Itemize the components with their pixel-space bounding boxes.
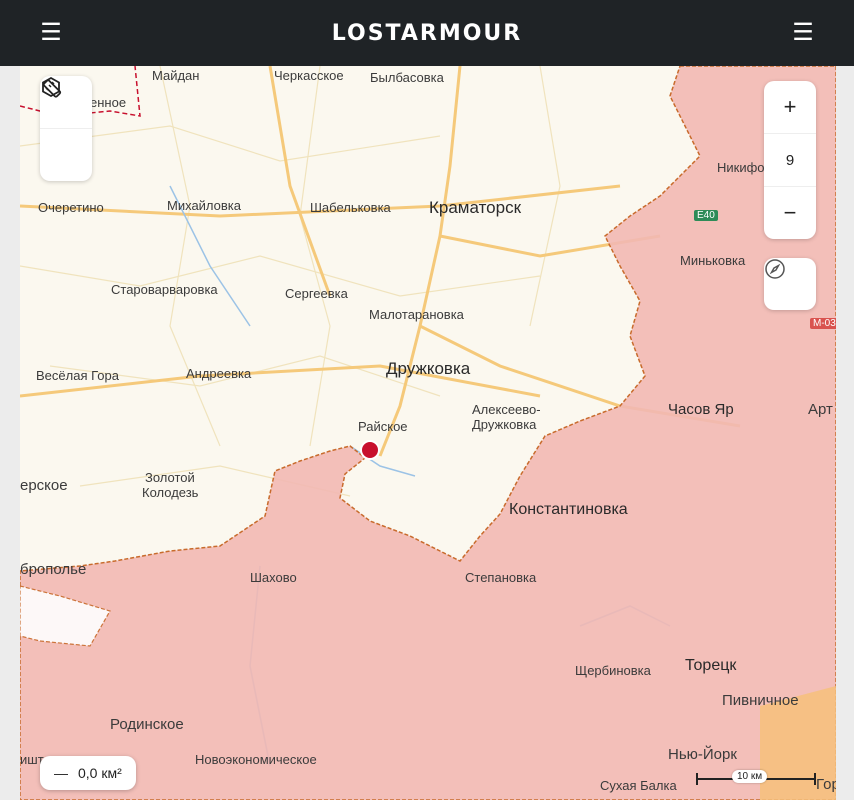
- place-label: брополье: [20, 561, 87, 578]
- left-page-margin: [0, 66, 20, 800]
- hamburger-menu-icon: ☰: [792, 19, 814, 46]
- road-badge: E40: [694, 210, 718, 221]
- place-label: Былбасовка: [370, 70, 444, 85]
- place-label: Степановка: [465, 570, 537, 585]
- place-label: Черкасское: [274, 68, 344, 83]
- place-label: Нью-Йорк: [668, 746, 737, 763]
- right-page-margin: [836, 66, 854, 800]
- right-menu-button[interactable]: ☰: [788, 18, 818, 48]
- map-canvas[interactable]: Майдан Черкасское Былбасовка енное Никиф…: [20, 66, 836, 800]
- place-label: Майдан: [152, 68, 200, 83]
- polygon-button[interactable]: [40, 76, 92, 181]
- place-label: Щербиновка: [575, 663, 651, 678]
- place-label: Родинское: [110, 716, 184, 733]
- city-label: Константиновка: [509, 501, 628, 518]
- map-scale-bar: 10 км: [696, 770, 816, 790]
- area-measurement-toggle[interactable]: — 0,0 км²: [40, 756, 136, 790]
- scale-label: 10 км: [732, 770, 768, 783]
- place-label: Гор: [816, 776, 836, 793]
- top-navigation-bar: ☰ LOSTARMOUR ☰: [0, 0, 854, 66]
- place-label: Андреевка: [186, 366, 252, 381]
- zoom-controls: + 9 −: [764, 81, 816, 239]
- place-label: Шахово: [250, 570, 297, 585]
- place-label: Дружковка: [472, 417, 537, 432]
- place-label: Михайловка: [167, 198, 242, 213]
- place-label: ерское: [20, 477, 68, 494]
- zoom-level-indicator: 9: [764, 133, 816, 187]
- place-label: Пивничное: [722, 692, 799, 709]
- place-label: Золотой: [145, 470, 195, 485]
- place-label: Сергеевка: [285, 286, 348, 301]
- place-label: Очеретино: [38, 200, 104, 215]
- city-label: Часов Яр: [668, 401, 734, 418]
- place-label: енное: [90, 95, 127, 110]
- location-marker: [360, 440, 380, 460]
- place-label: Арт: [808, 401, 833, 418]
- place-label: Шабельковка: [310, 200, 391, 215]
- place-label: Никифо: [717, 160, 765, 175]
- place-label: Миньковка: [680, 253, 746, 268]
- city-label: Дружковка: [386, 359, 471, 378]
- place-label: Весёлая Гора: [36, 368, 119, 383]
- city-label: Торецк: [685, 657, 737, 674]
- zoom-in-button[interactable]: +: [764, 81, 816, 133]
- area-value: 0,0 км²: [78, 765, 122, 781]
- city-label: Краматорск: [429, 198, 522, 217]
- hamburger-menu-icon: ☰: [40, 19, 62, 46]
- compass-icon: [765, 259, 785, 279]
- occupied-territory-area: [20, 66, 836, 800]
- hexagon-polygon-icon: [42, 76, 60, 98]
- road-badge: М-03: [810, 318, 836, 329]
- place-label: Сухая Балка: [600, 778, 677, 793]
- site-logo-title[interactable]: LOSTARMOUR: [332, 21, 522, 46]
- zoom-out-button[interactable]: −: [764, 187, 816, 239]
- place-label: Алексеево-: [472, 402, 541, 417]
- map-graphics: [20, 66, 836, 800]
- place-label: Райское: [358, 419, 408, 434]
- place-label: Малотарановка: [369, 307, 464, 322]
- place-label: Колодезь: [142, 485, 199, 500]
- collapse-dash-icon: —: [54, 765, 68, 781]
- place-label: Староварваровка: [111, 282, 218, 297]
- drawing-tools-panel: [40, 76, 92, 181]
- left-menu-button[interactable]: ☰: [36, 18, 66, 48]
- compass-button[interactable]: [764, 258, 816, 310]
- place-label: Новоэкономическое: [195, 752, 317, 767]
